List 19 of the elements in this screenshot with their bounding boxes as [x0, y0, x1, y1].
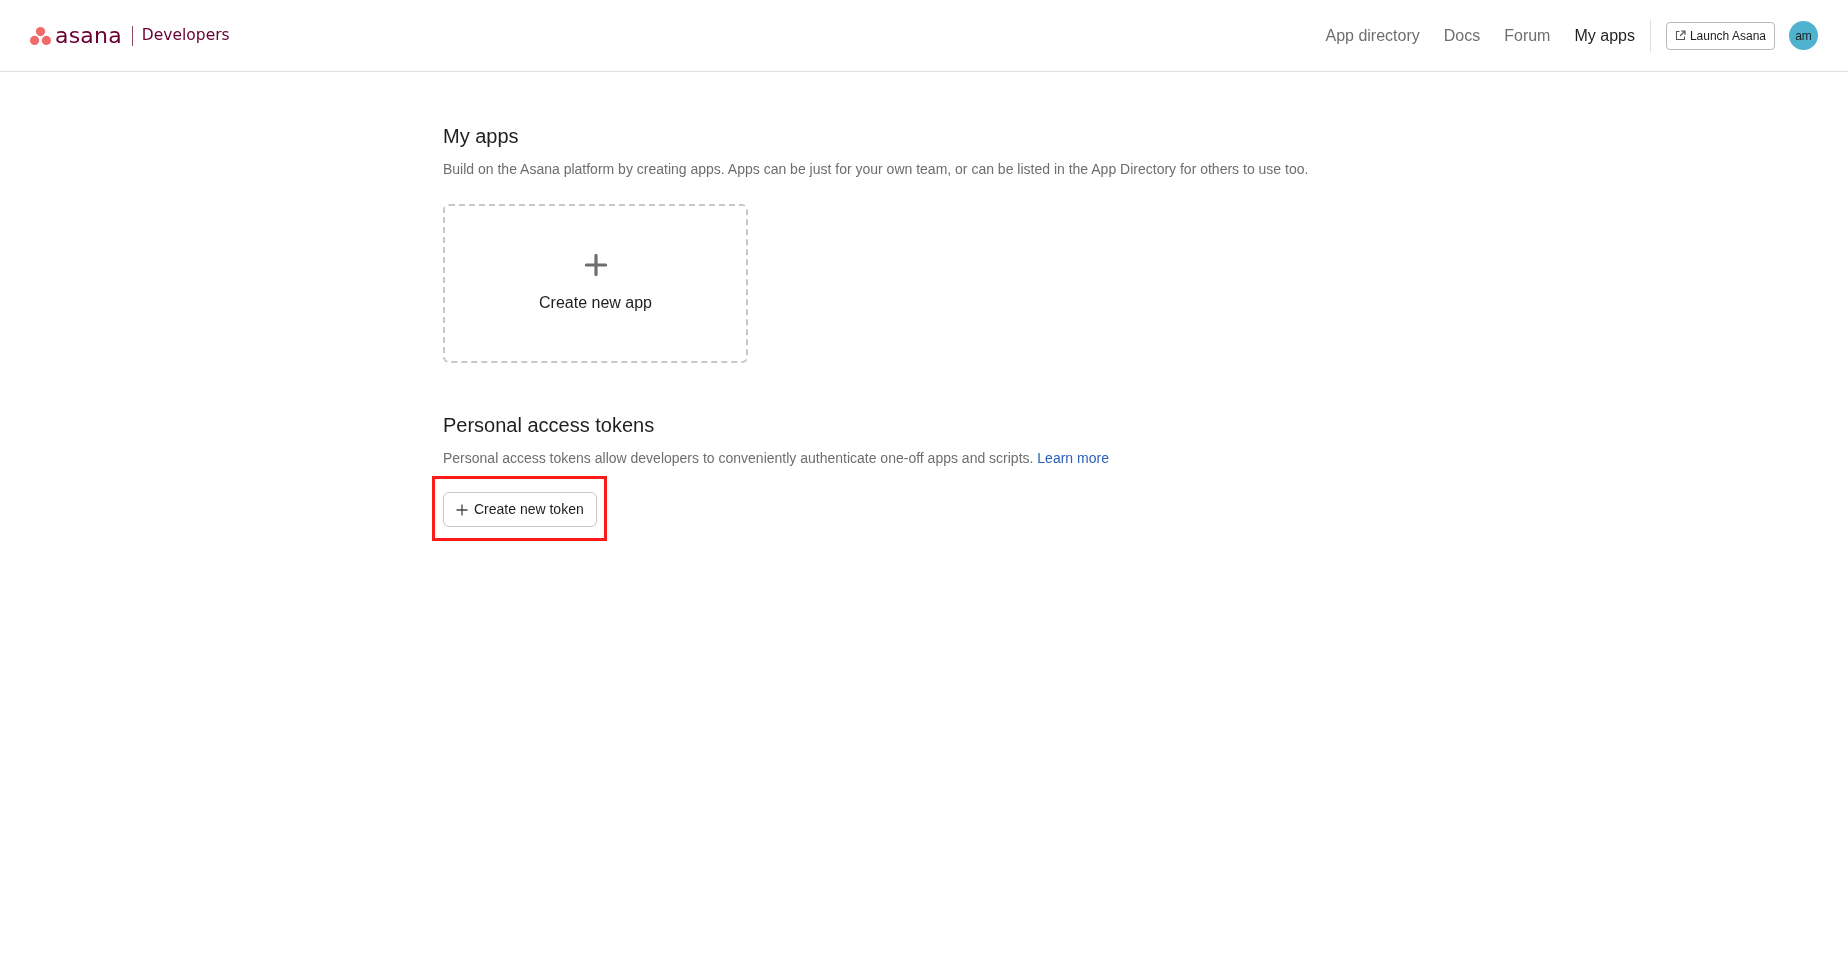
section-description: Personal access tokens allow developers to conveniently authenticate one-off apps and scripts. Learn more	[443, 448, 1110, 468]
logo-dots-icon	[30, 26, 51, 45]
product-name: Developers	[141, 27, 230, 44]
plus-icon	[584, 254, 607, 277]
nav-link[interactable]: App directory	[1325, 23, 1420, 48]
create-app-card[interactable]: Create new app	[443, 203, 748, 363]
logo-wordmark: asana	[55, 24, 122, 47]
plus-icon	[456, 503, 468, 516]
section-title: My apps	[443, 124, 520, 148]
section-description: Build on the Asana platform by creating apps. Apps can be just for your own team, or can be listed in the App Directory for others to use too.	[443, 160, 1310, 179]
launch-button[interactable]: Launch Asana	[1665, 21, 1775, 50]
section-title: Personal access tokens	[443, 412, 656, 437]
create-token-button[interactable]: Create new token	[443, 492, 597, 528]
nav-link[interactable]: My apps	[1574, 23, 1635, 48]
user-avatar[interactable]: am	[1789, 21, 1818, 50]
external-link-icon	[1674, 30, 1686, 41]
nav-link[interactable]: Forum	[1504, 23, 1551, 48]
learn-more-link[interactable]: Learn more	[1037, 449, 1109, 466]
nav-link[interactable]: Docs	[1443, 23, 1481, 48]
